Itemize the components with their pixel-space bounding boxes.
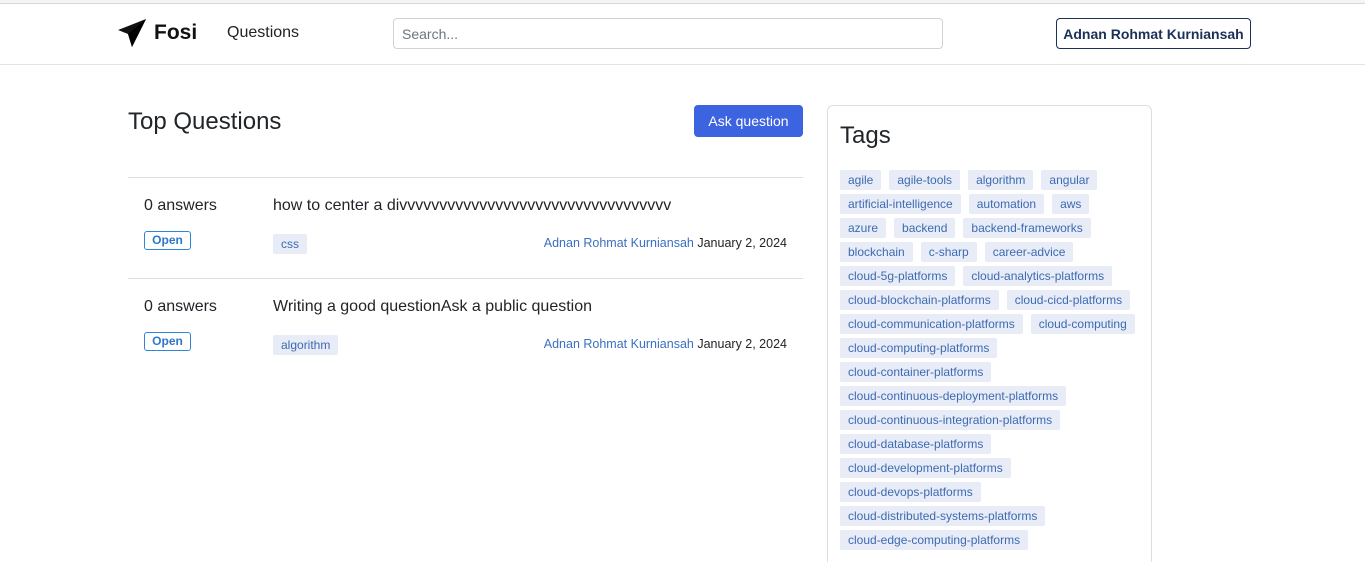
- tag-chip[interactable]: career-advice: [984, 242, 1074, 262]
- tag-chip[interactable]: cloud-edge-computing-platforms: [840, 530, 1029, 550]
- tag-chip[interactable]: cloud-continuous-integration-platforms: [840, 410, 1061, 430]
- page-title: Top Questions: [128, 108, 282, 135]
- tag-chip[interactable]: agile-tools: [889, 170, 961, 190]
- author-link[interactable]: Adnan Rohmat Kurniansah: [544, 337, 694, 351]
- question-tag[interactable]: css: [273, 234, 307, 254]
- tag-chip[interactable]: backend: [894, 218, 956, 238]
- tag-chip[interactable]: angular: [1041, 170, 1098, 190]
- top-navbar: Fosi Questions Adnan Rohmat Kurniansah: [0, 4, 1365, 65]
- tag-chip[interactable]: cloud-5g-platforms: [840, 266, 956, 286]
- nav-questions-link[interactable]: Questions: [227, 24, 299, 42]
- user-profile-button[interactable]: Adnan Rohmat Kurniansah: [1056, 18, 1251, 49]
- tag-chip[interactable]: cloud-container-platforms: [840, 362, 992, 382]
- tag-chip[interactable]: algorithm: [968, 170, 1034, 190]
- status-badge: Open: [144, 332, 191, 351]
- question-tag[interactable]: algorithm: [273, 335, 339, 355]
- question-title-link[interactable]: how to center a divvvvvvvvvvvvvvvvvvvvvv…: [273, 197, 671, 215]
- brand-logo[interactable]: Fosi: [115, 16, 197, 50]
- question-list: 0 answers Open how to center a divvvvvvv…: [128, 177, 803, 379]
- question-title-link[interactable]: Writing a good questionAsk a public ques…: [273, 298, 592, 316]
- question-row: 0 answers Open Writing a good questionAs…: [128, 278, 803, 379]
- tag-chip[interactable]: cloud-cicd-platforms: [1006, 290, 1131, 310]
- tag-chip[interactable]: cloud-computing: [1030, 314, 1135, 334]
- question-date: January 2, 2024: [697, 236, 787, 250]
- tag-chip[interactable]: cloud-database-platforms: [840, 434, 992, 454]
- question-date: January 2, 2024: [697, 337, 787, 351]
- tag-chip[interactable]: cloud-analytics-platforms: [963, 266, 1113, 286]
- question-row: 0 answers Open how to center a divvvvvvv…: [128, 177, 803, 278]
- tag-chip[interactable]: cloud-computing-platforms: [840, 338, 998, 358]
- tags-sidebar: Tags agile agile-tools algorithm angular art…: [827, 105, 1152, 562]
- tag-chip[interactable]: automation: [968, 194, 1045, 214]
- tag-chip[interactable]: cloud-continuous-deployment-platforms: [840, 386, 1067, 406]
- paper-plane-icon: [118, 19, 146, 47]
- tags-title: Tags: [840, 122, 891, 149]
- search-input[interactable]: [393, 18, 943, 49]
- tag-chip[interactable]: aws: [1052, 194, 1090, 214]
- tag-chip[interactable]: agile: [840, 170, 882, 190]
- question-meta: Adnan Rohmat Kurniansah January 2, 2024: [544, 337, 787, 351]
- answer-count: 0 answers: [144, 197, 217, 214]
- tag-cloud: agile agile-tools algorithm angular artifici…: [840, 170, 1140, 550]
- ask-question-button[interactable]: Ask question: [694, 105, 803, 137]
- answer-count: 0 answers: [144, 298, 217, 315]
- tag-chip[interactable]: c-sharp: [920, 242, 977, 262]
- tag-chip[interactable]: artificial-intelligence: [840, 194, 961, 214]
- tag-chip[interactable]: cloud-devops-platforms: [840, 482, 981, 502]
- tag-chip[interactable]: cloud-blockchain-platforms: [840, 290, 999, 310]
- tag-chip[interactable]: cloud-distributed-systems-platforms: [840, 506, 1046, 526]
- status-badge: Open: [144, 231, 191, 250]
- tag-chip[interactable]: cloud-development-platforms: [840, 458, 1011, 478]
- tag-chip[interactable]: blockchain: [840, 242, 913, 262]
- tag-chip[interactable]: azure: [840, 218, 887, 238]
- question-meta: Adnan Rohmat Kurniansah January 2, 2024: [544, 236, 787, 250]
- tag-chip[interactable]: cloud-communication-platforms: [840, 314, 1023, 334]
- brand-name: Fosi: [154, 21, 198, 44]
- author-link[interactable]: Adnan Rohmat Kurniansah: [544, 236, 694, 250]
- tag-chip[interactable]: backend-frameworks: [963, 218, 1091, 238]
